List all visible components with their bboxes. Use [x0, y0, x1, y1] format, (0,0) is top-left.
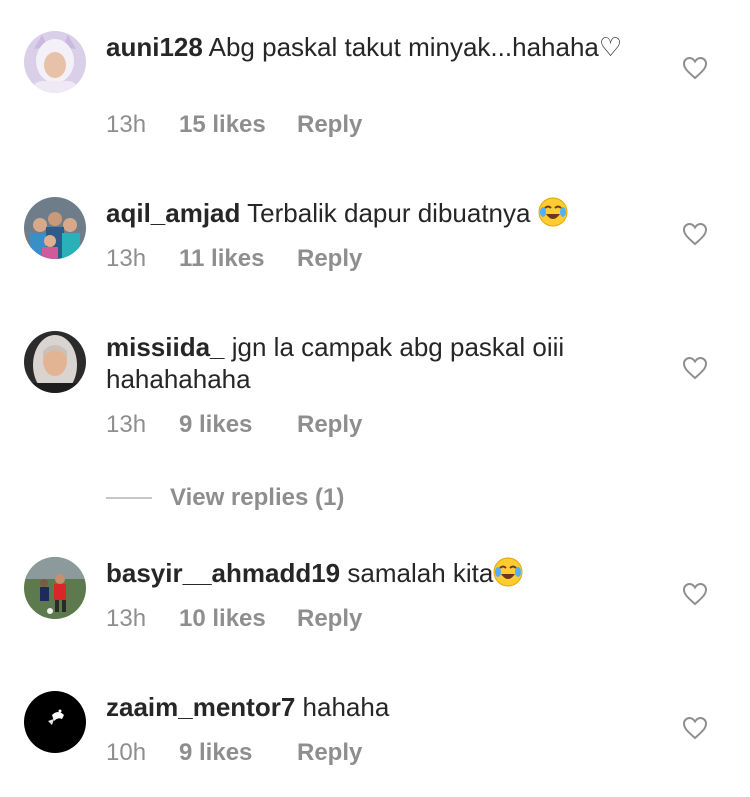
comment-username[interactable]: aqil_amjad [106, 198, 240, 228]
heart-outline-icon[interactable] [682, 582, 708, 606]
comment-likes[interactable]: 10 likes [179, 605, 297, 633]
comment-username[interactable]: missiida_ [106, 332, 225, 362]
reply-button[interactable]: Reply [297, 739, 362, 767]
comment-time: 13h [106, 411, 147, 438]
replies-divider [106, 497, 152, 499]
comment-meta: 13h 9 likes Reply [106, 411, 362, 439]
comment-username[interactable]: zaaim_mentor7 [106, 692, 295, 722]
comment-meta: 13h 10 likes Reply [106, 605, 362, 633]
heart-outline-icon[interactable] [682, 716, 708, 740]
comment-likes[interactable]: 9 likes [179, 739, 297, 767]
avatar[interactable] [24, 31, 86, 93]
heart-outline-icon[interactable] [682, 356, 708, 380]
avatar[interactable] [24, 197, 86, 259]
reply-button[interactable]: Reply [297, 111, 362, 139]
comment-username[interactable]: basyir__ahmadd19 [106, 558, 340, 588]
reply-button[interactable]: Reply [297, 245, 362, 273]
face-with-tears-of-joy-icon [538, 197, 568, 227]
comment-text: auni128 Abg paskal takut minyak...hahaha… [106, 31, 666, 63]
comment-body: hahaha [302, 692, 390, 722]
comment-likes[interactable]: 15 likes [179, 111, 297, 139]
comment-body: Terbalik dapur dibuatnya [247, 198, 531, 228]
comment-meta: 10h 9 likes Reply [106, 739, 362, 767]
comment-likes[interactable]: 11 likes [179, 245, 297, 273]
comment-text: aqil_amjad Terbalik dapur dibuatnya [106, 197, 666, 229]
view-replies-button[interactable]: View replies (1) [106, 482, 344, 514]
comment-text: basyir__ahmadd19 samalah kita [106, 557, 666, 589]
reply-button[interactable]: Reply [297, 411, 362, 439]
avatar[interactable] [24, 691, 86, 753]
comment-time: 13h [106, 245, 147, 272]
reply-button[interactable]: Reply [297, 605, 362, 633]
comment-meta: 13h 11 likes Reply [106, 245, 362, 273]
comment-text: zaaim_mentor7 hahaha [106, 691, 666, 723]
comment-likes[interactable]: 9 likes [179, 411, 297, 439]
comment-body: Abg paskal takut minyak...hahaha♡ [208, 32, 623, 62]
comment-body: samalah kita [347, 558, 494, 588]
face-with-tears-of-joy-icon [493, 557, 523, 587]
comment-meta: 13h 15 likes Reply [106, 111, 362, 139]
avatar[interactable] [24, 331, 86, 393]
heart-outline-icon[interactable] [682, 222, 708, 246]
comment-username[interactable]: auni128 [106, 32, 203, 62]
heart-outline-icon[interactable] [682, 56, 708, 80]
comment-time: 13h [106, 605, 147, 632]
avatar[interactable] [24, 557, 86, 619]
comment-time: 13h [106, 111, 147, 138]
view-replies-label: View replies (1) [170, 484, 345, 511]
comment-time: 10h [106, 739, 147, 766]
comment-text: missiida_ jgn la campak abg paskal oiii … [106, 331, 666, 395]
